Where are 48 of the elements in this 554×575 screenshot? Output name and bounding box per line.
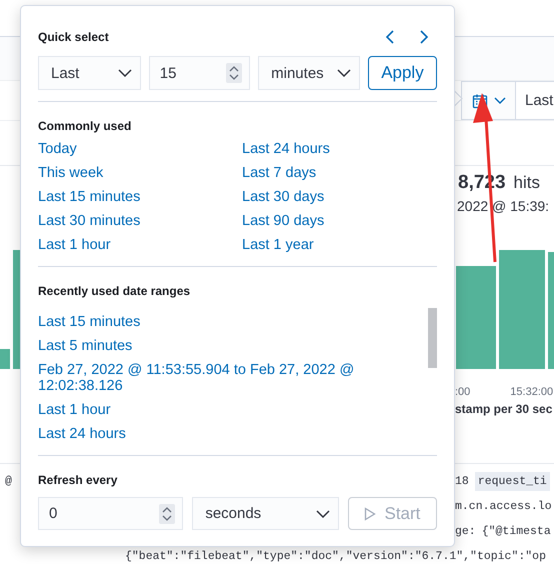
- interval-unit-select[interactable]: seconds: [192, 497, 339, 530]
- document-source: {"beat":"filebeat","type":"doc","version":"6.7.1","topic":"op: [125, 550, 546, 563]
- chevron-down-icon: [118, 69, 132, 77]
- field-name-tag: request_ti: [474, 472, 550, 491]
- section-title: Recently used date ranges: [38, 284, 192, 298]
- chevron-down-icon: [494, 96, 506, 104]
- section-title: Refresh every: [38, 473, 118, 487]
- next-button[interactable]: [418, 28, 431, 46]
- field-value: {"@timesta: [482, 525, 551, 538]
- field-key: ge:: [455, 525, 476, 538]
- hits-label: hits: [514, 173, 540, 193]
- recent-range-link[interactable]: Feb 27, 2022 @ 11:53:55.904 to Feb 27, 2022 @ 12:02:38.126: [38, 360, 368, 396]
- quick-range-link[interactable]: This week: [38, 163, 104, 183]
- quick-range-link[interactable]: Last 7 days: [242, 163, 316, 183]
- play-icon: [364, 506, 376, 520]
- spinner-icon[interactable]: [226, 63, 242, 83]
- quick-range-link[interactable]: Last 90 days: [242, 211, 324, 231]
- chevron-down-icon: [316, 510, 330, 518]
- quick-range-link[interactable]: Last 1 hour: [38, 235, 111, 255]
- date-range-text: 2022 @ 15:39:: [457, 198, 550, 214]
- recent-range-link[interactable]: Last 15 minutes: [38, 312, 368, 332]
- section-title: Commonly used: [38, 119, 132, 133]
- direction-select[interactable]: Last: [38, 56, 141, 90]
- document-marker: @: [5, 475, 12, 488]
- scrollbar-thumb[interactable]: [428, 308, 437, 368]
- axis-tick-label: 15:32:00: [510, 386, 554, 398]
- quick-range-link[interactable]: Last 30 minutes: [38, 211, 140, 231]
- axis-tick-label: :00: [455, 386, 470, 398]
- spinner-icon[interactable]: [159, 504, 176, 524]
- quick-range-link[interactable]: Last 1 year: [242, 235, 314, 255]
- recent-range-link[interactable]: Last 24 hours: [38, 424, 368, 444]
- recent-range-link[interactable]: Last 5 minutes: [38, 336, 368, 356]
- quick-range-link[interactable]: Last 30 days: [242, 187, 324, 207]
- quick-range-link[interactable]: Last 15 minutes: [38, 187, 140, 207]
- quick-range-link[interactable]: Last 24 hours: [242, 139, 330, 159]
- chevron-down-icon: [336, 69, 351, 77]
- apply-button[interactable]: Apply: [368, 56, 438, 90]
- amount-field[interactable]: 15: [148, 56, 250, 90]
- interval-field[interactable]: 0: [38, 497, 184, 530]
- axis-title: stamp per 30 sec: [455, 402, 552, 416]
- row-number: 18: [455, 475, 469, 488]
- unit-select[interactable]: minutes: [258, 56, 360, 90]
- section-title: Quick select: [38, 30, 109, 44]
- document-text: m.cn.access.lo: [455, 500, 553, 513]
- histogram-bar: [0, 349, 10, 369]
- previous-button[interactable]: [383, 28, 396, 46]
- recent-range-link[interactable]: Last 1 hour: [38, 400, 368, 420]
- quick-range-link[interactable]: Today: [38, 139, 77, 159]
